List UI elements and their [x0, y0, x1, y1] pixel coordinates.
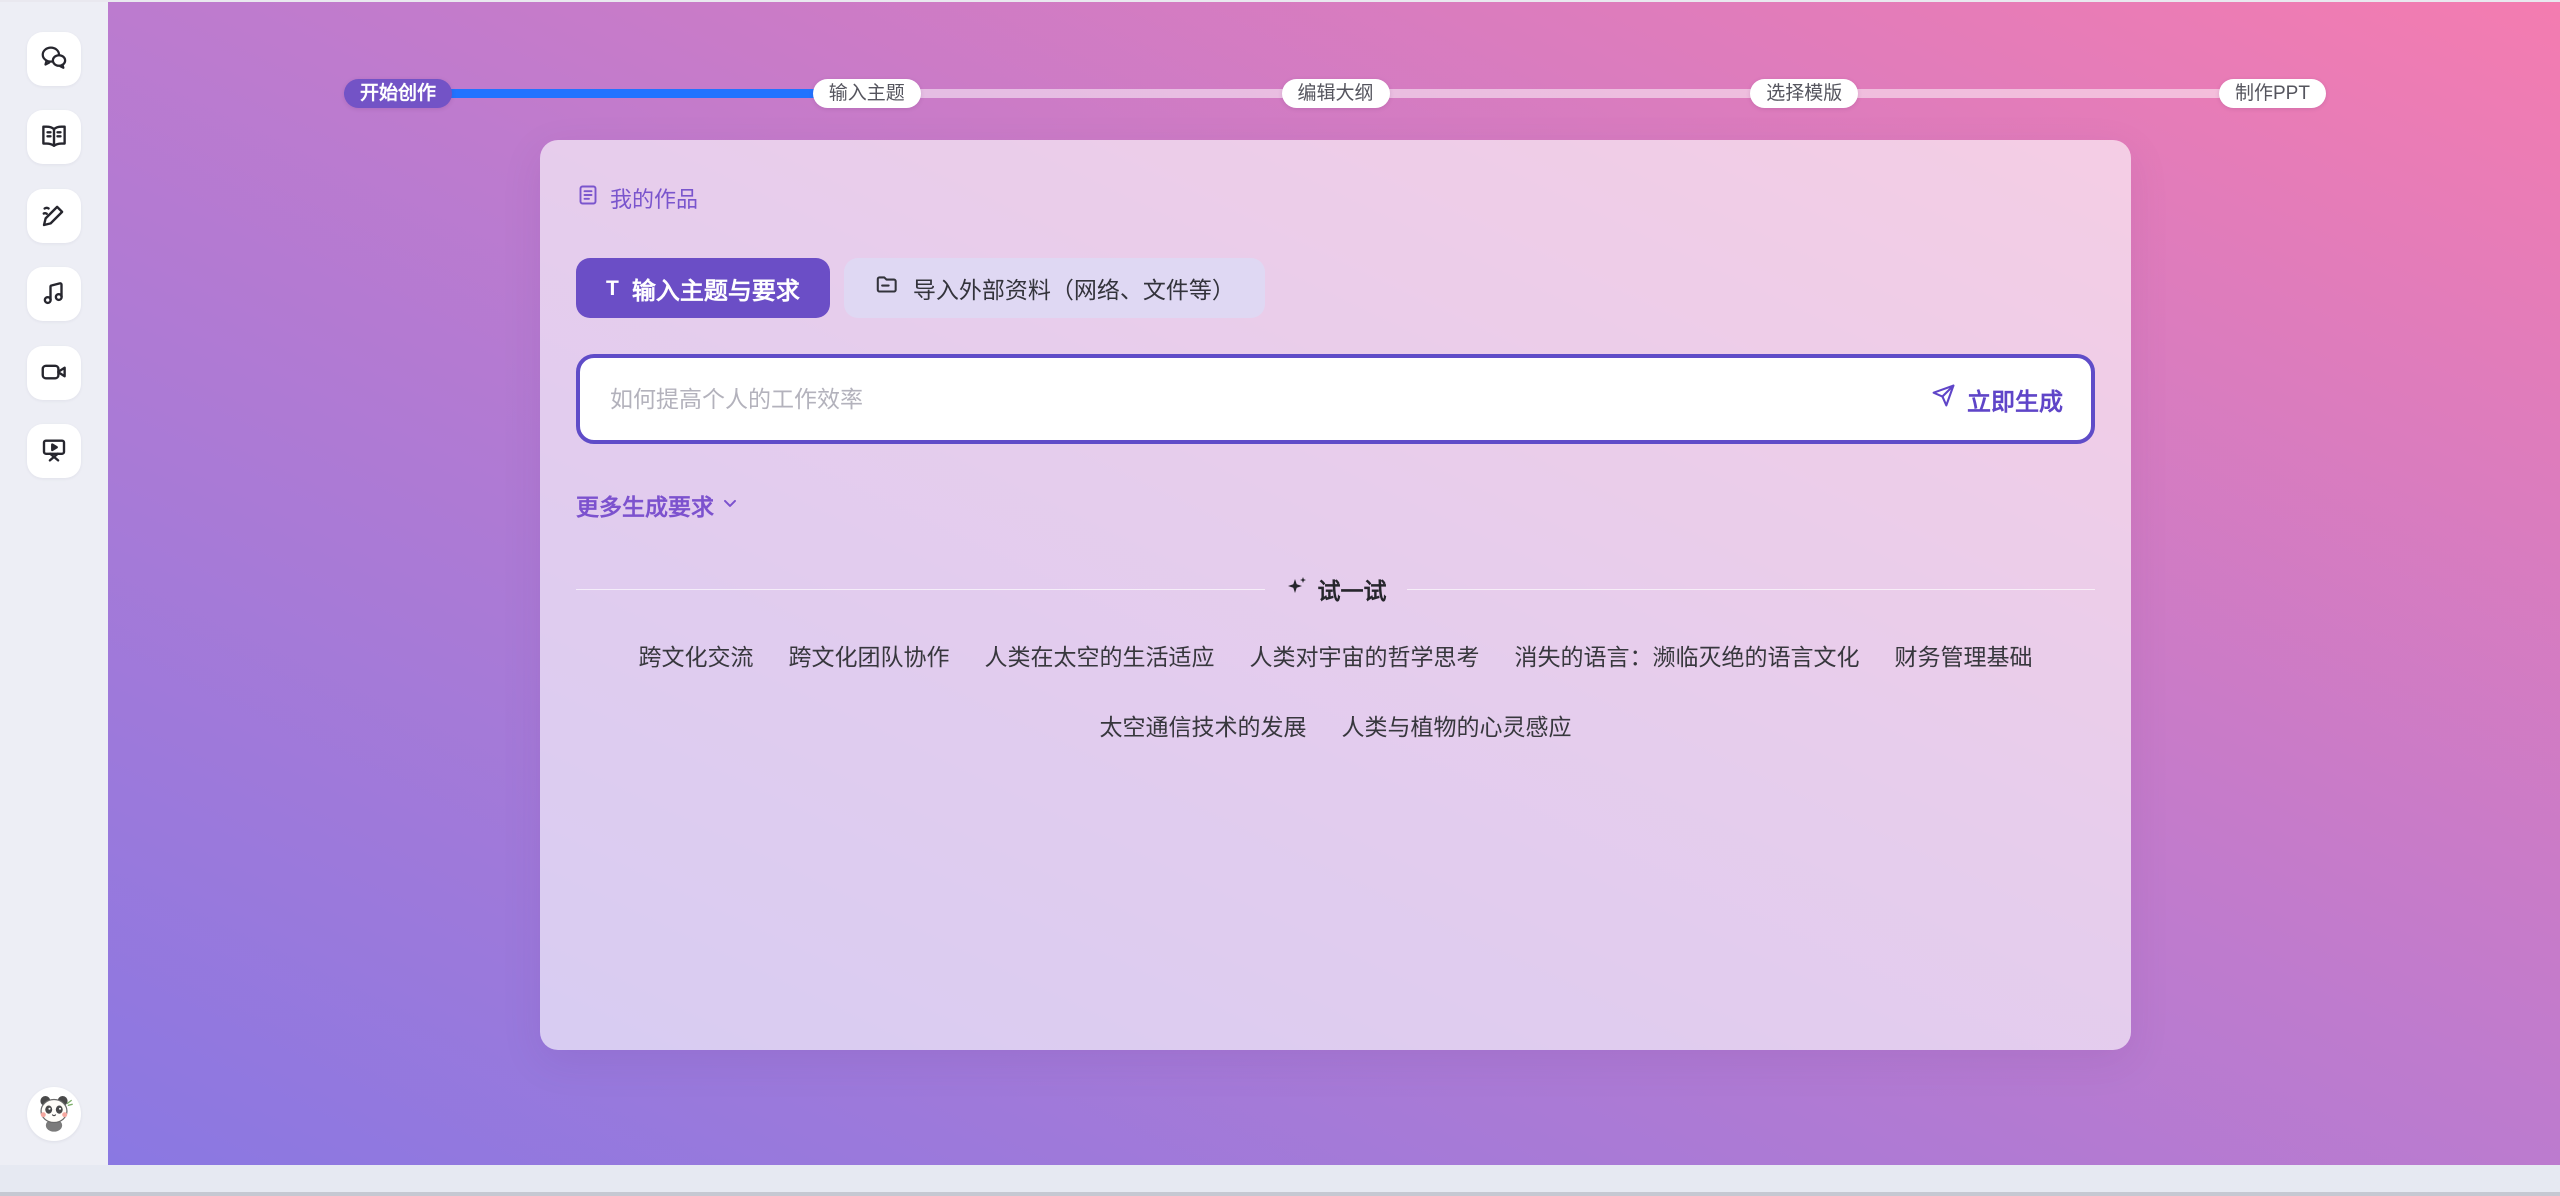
my-works-label: 我的作品	[610, 182, 698, 214]
suggestion-row-1: 跨文化交流 跨文化团队协作 人类在太空的生活适应 人类对宇宙的哲学思考 消失的语…	[576, 638, 2095, 672]
suggestion-chip[interactable]: 人类与植物的心灵感应	[1342, 708, 1572, 742]
topic-input[interactable]	[608, 385, 1931, 414]
presentation-icon	[39, 435, 69, 468]
send-icon	[1931, 383, 1956, 415]
my-works-link[interactable]: 我的作品	[576, 182, 698, 214]
folder-icon	[874, 272, 900, 304]
tab-input-topic-label: 输入主题与要求	[632, 271, 800, 306]
progress-stepper: 开始创作 输入主题 编辑大纲 选择模版 制作PPT	[344, 79, 2326, 108]
step-edit-outline: 编辑大纲	[1282, 79, 1390, 108]
try-it-section-header: 试一试	[576, 572, 2095, 606]
tab-input-topic[interactable]: T 输入主题与要求	[576, 258, 830, 318]
suggestion-row-2: 太空通信技术的发展 人类与植物的心灵感应	[576, 708, 2095, 742]
suggestion-chip[interactable]: 跨文化团队协作	[789, 638, 950, 672]
window-top-edge	[0, 0, 2560, 2]
main-canvas: 开始创作 输入主题 编辑大纲 选择模版 制作PPT 我的作品	[108, 0, 2560, 1165]
sidebar-item-music[interactable]	[27, 267, 81, 321]
topic-input-box: 立即生成	[576, 354, 2095, 444]
music-icon	[39, 278, 69, 311]
step-choose-template: 选择模版	[1750, 79, 1858, 108]
app-window: 开始创作 输入主题 编辑大纲 选择模版 制作PPT 我的作品	[0, 0, 2560, 1196]
window-bottom-edge	[0, 1165, 2560, 1196]
step-input-topic: 输入主题	[813, 79, 921, 108]
tab-import-external-label: 导入外部资料（网络、文件等）	[913, 271, 1235, 305]
video-icon	[39, 357, 69, 390]
divider-right	[1407, 589, 2096, 590]
suggestion-chip[interactable]: 财务管理基础	[1895, 638, 2033, 672]
step-make-ppt: 制作PPT	[2219, 79, 2326, 108]
divider-left	[576, 589, 1265, 590]
creation-card: 我的作品 T 输入主题与要求 导入外部资料（网络、文件等）	[540, 140, 2131, 1050]
sidebar-item-video[interactable]	[27, 346, 81, 400]
suggestion-chip[interactable]: 人类对宇宙的哲学思考	[1250, 638, 1480, 672]
suggestion-chip[interactable]: 跨文化交流	[639, 638, 754, 672]
suggestion-chip[interactable]: 消失的语言：濒临灭绝的语言文化	[1515, 638, 1860, 672]
suggestion-chip[interactable]: 太空通信技术的发展	[1100, 708, 1307, 742]
chat-icon	[39, 43, 69, 76]
source-tabs: T 输入主题与要求 导入外部资料（网络、文件等）	[576, 258, 2095, 318]
suggestion-chip[interactable]: 人类在太空的生活适应	[985, 638, 1215, 672]
sidebar-item-ppt[interactable]	[27, 424, 81, 478]
sidebar	[0, 0, 108, 1165]
text-icon: T	[606, 278, 619, 299]
generate-button[interactable]: 立即生成	[1931, 382, 2063, 417]
chevron-down-icon	[720, 492, 740, 519]
document-icon	[576, 183, 600, 213]
book-icon	[39, 121, 69, 154]
panda-avatar-icon	[31, 1089, 77, 1140]
try-it-label: 试一试	[1318, 572, 1387, 606]
tab-import-external[interactable]: 导入外部资料（网络、文件等）	[844, 258, 1265, 318]
sidebar-item-reading[interactable]	[27, 110, 81, 164]
step-start-create: 开始创作	[344, 79, 452, 108]
pencil-icon	[39, 200, 69, 233]
sparkles-icon	[1285, 574, 1309, 604]
more-requirements-toggle[interactable]: 更多生成要求	[576, 488, 740, 522]
more-requirements-label: 更多生成要求	[576, 488, 714, 522]
generate-button-label: 立即生成	[1967, 382, 2063, 417]
user-avatar[interactable]	[27, 1087, 81, 1141]
sidebar-item-chat[interactable]	[27, 32, 81, 86]
sidebar-item-writing[interactable]	[27, 189, 81, 243]
